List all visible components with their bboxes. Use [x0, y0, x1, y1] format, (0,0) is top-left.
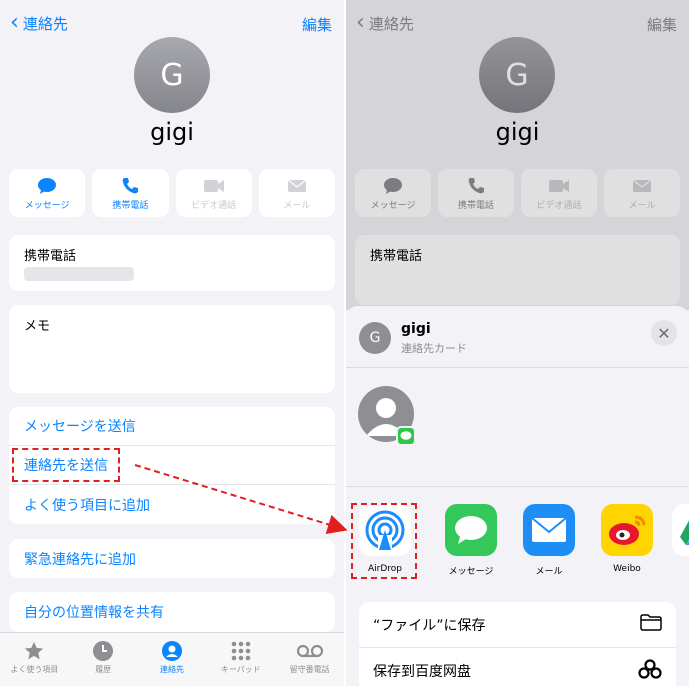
avatar: G	[134, 37, 210, 113]
phone-action-label: 携帯電話	[112, 200, 149, 211]
share-sheet-screen: ‹ 連絡先 編集 G gigi メッセージ 携帯電話 ビデオ通話 メール 携帯電…	[346, 0, 689, 686]
tab-favorites[interactable]: よく使う項目	[0, 633, 69, 686]
mail-action-label: メール	[283, 200, 311, 211]
sheet-avatar: G	[359, 322, 391, 354]
back-label: 連絡先	[22, 14, 68, 33]
keypad-icon	[230, 638, 252, 664]
video-action-label: ビデオ通話	[191, 200, 237, 211]
add-emergency-contact-row[interactable]: 緊急連絡先に追加	[9, 539, 335, 578]
contact-name: gigi	[150, 118, 194, 146]
mail-icon	[287, 176, 307, 196]
google-drive-icon	[672, 504, 689, 556]
phone-action-button[interactable]: 携帯電話	[92, 169, 169, 217]
weibo-app[interactable]: Weibo	[594, 504, 660, 574]
back-button[interactable]: ‹ 連絡先	[10, 12, 68, 34]
phone-card[interactable]: 携帯電話	[9, 235, 335, 291]
share-sheet: G gigi 連絡先カード ✕ AirDrop メッセージ メール Weibo …	[346, 306, 689, 686]
highlight-airdrop	[351, 503, 417, 579]
app-label: メール	[535, 567, 563, 577]
tab-voicemail[interactable]: 留守番電話	[275, 633, 344, 686]
messages-app-icon	[445, 504, 497, 556]
memo-card[interactable]: メモ	[9, 305, 335, 393]
share-location-row[interactable]: 自分の位置情報を共有	[9, 592, 335, 631]
add-favorite-row[interactable]: よく使う項目に追加	[9, 485, 335, 524]
send-message-row[interactable]: メッセージを送信	[9, 407, 335, 446]
messages-badge-icon	[396, 426, 416, 446]
tab-label: よく使う項目	[10, 665, 59, 674]
folder-icon	[640, 614, 662, 635]
tab-label: キーパッド	[220, 665, 261, 674]
share-sheet-header: G gigi 連絡先カード ✕	[346, 306, 689, 368]
weibo-icon	[601, 504, 653, 556]
chevron-left-icon: ‹	[10, 10, 19, 35]
tab-keypad[interactable]: キーパッド	[206, 633, 275, 686]
video-icon	[203, 176, 225, 196]
app-label: Weibo	[613, 564, 641, 574]
phone-label: 携帯電話	[24, 249, 77, 264]
background-dim	[346, 0, 689, 310]
message-bubble-icon	[37, 176, 57, 196]
phone-number-redacted	[24, 267, 134, 281]
tab-contacts[interactable]: 連絡先	[138, 633, 207, 686]
quick-actions: メッセージ 携帯電話 ビデオ通話 メール	[9, 169, 335, 217]
messages-app[interactable]: メッセージ	[438, 504, 504, 577]
mail-app[interactable]: メール	[516, 504, 582, 577]
contact-detail-screen: ‹ 連絡先 編集 G gigi メッセージ 携帯電話 ビデオ通話 メール 携帯電…	[0, 0, 344, 686]
mail-app-icon	[523, 504, 575, 556]
mail-action-button[interactable]: メール	[258, 169, 335, 217]
memo-label: メモ	[24, 319, 51, 334]
share-location-group: 自分の位置情報を共有	[9, 592, 335, 632]
baidu-netdisk-icon	[638, 659, 662, 683]
tab-label: 留守番電話	[289, 665, 330, 674]
star-icon	[23, 638, 45, 664]
drive-app[interactable]	[672, 504, 689, 556]
tab-label: 履歴	[95, 665, 112, 674]
emergency-group: 緊急連絡先に追加	[9, 539, 335, 578]
phone-icon	[121, 176, 139, 196]
save-to-files-row[interactable]: “ファイル”に保存	[359, 602, 676, 648]
video-action-button[interactable]: ビデオ通話	[175, 169, 252, 217]
edit-button[interactable]: 編集	[302, 14, 332, 35]
voicemail-icon	[296, 638, 324, 664]
sheet-subtitle: 連絡先カード	[401, 342, 467, 355]
tab-bar: よく使う項目 履歴 連絡先 キーパッド 留守番電話	[0, 632, 344, 686]
tab-label: 連絡先	[159, 665, 184, 674]
action-list: “ファイル”に保存 保存到百度网盘	[359, 602, 676, 686]
app-label: メッセージ	[448, 567, 494, 577]
clock-icon	[92, 638, 114, 664]
nav-bar: ‹ 連絡先 編集	[0, 12, 344, 38]
save-to-files-label: “ファイル”に保存	[373, 617, 486, 634]
divider	[346, 486, 689, 487]
highlight-send-contact	[12, 448, 120, 482]
sheet-title: gigi	[401, 321, 431, 337]
close-icon[interactable]: ✕	[651, 320, 677, 346]
message-action-button[interactable]: メッセージ	[9, 169, 86, 217]
message-action-label: メッセージ	[24, 200, 70, 211]
person-circle-icon	[161, 638, 183, 664]
tab-recents[interactable]: 履歴	[69, 633, 138, 686]
save-to-baidu-label: 保存到百度网盘	[373, 664, 471, 680]
save-to-baidu-row[interactable]: 保存到百度网盘	[359, 648, 676, 686]
